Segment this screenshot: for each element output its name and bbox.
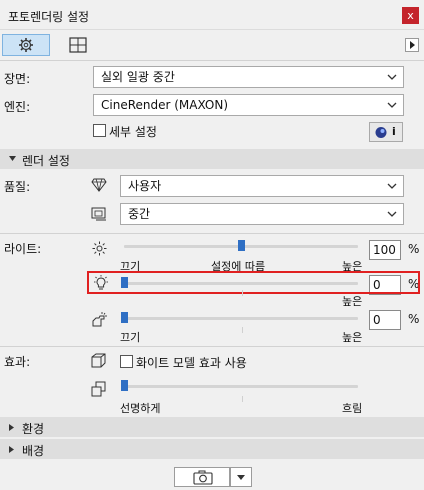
engine-value: CineRender (MAXON): [101, 98, 229, 112]
close-button[interactable]: x: [402, 7, 419, 24]
chevron-down-icon: [387, 74, 397, 80]
white-model-label: 화이트 모델 효과 사용: [136, 356, 247, 370]
triangle-right-icon: [9, 424, 14, 431]
light-label: 라이트:: [4, 242, 42, 256]
lamp-center-tick: [242, 290, 243, 296]
scene-value: 실외 일광 중간: [101, 70, 175, 84]
gear-icon: [19, 38, 33, 52]
chevron-down-icon: [387, 211, 397, 217]
triangle-right-icon: [9, 446, 14, 453]
scene-select[interactable]: 실외 일광 중간: [93, 66, 404, 88]
blur-icon: [91, 381, 106, 397]
triangle-down-icon: [237, 475, 245, 480]
window-title: 포토렌더링 설정: [8, 10, 90, 24]
env-unit: %: [408, 312, 420, 326]
triangle-down-icon: [9, 156, 16, 161]
divider: [0, 233, 424, 234]
env-max-label: 높은: [342, 331, 363, 344]
sun-slider-thumb[interactable]: [238, 240, 245, 251]
quality-label: 품질:: [4, 180, 31, 194]
env-value-input[interactable]: 0: [369, 310, 401, 330]
engine-info-button[interactable]: i: [369, 122, 403, 142]
chevron-down-icon: [387, 183, 397, 189]
sun-unit: %: [408, 242, 420, 256]
engine-label: 엔진:: [4, 100, 31, 114]
triangle-right-icon: [410, 41, 415, 49]
engine-select[interactable]: CineRender (MAXON): [93, 94, 404, 116]
effects-label: 효과:: [4, 355, 31, 369]
blur-min-label: 선명하게: [120, 402, 161, 415]
quality-select[interactable]: 사용자: [120, 175, 404, 197]
env-min-label: 끄기: [120, 331, 141, 344]
chevron-down-icon: [387, 102, 397, 108]
env-slider-track[interactable]: [124, 317, 358, 320]
divider: [0, 60, 424, 61]
sun-value-input[interactable]: 100: [369, 240, 401, 260]
render-settings-title: 렌더 설정: [22, 154, 70, 168]
blur-center-tick: [242, 396, 243, 402]
sun-icon: [92, 241, 107, 256]
white-model-checkbox[interactable]: [120, 355, 133, 368]
blur-max-label: 흐림: [342, 402, 363, 415]
highlight-box: [87, 271, 420, 294]
info-label: i: [392, 125, 396, 138]
render-options-dropdown[interactable]: [230, 467, 252, 487]
lamp-max-label: 높은: [342, 295, 363, 308]
tab-settings[interactable]: [2, 34, 50, 56]
blur-slider-track[interactable]: [124, 385, 358, 388]
detail-checkbox[interactable]: [93, 124, 106, 137]
diamond-icon: [91, 178, 107, 192]
monitor-icon: [91, 207, 106, 221]
quality-value: 사용자: [128, 179, 162, 193]
env-center-tick: [242, 327, 243, 333]
env-slider-thumb[interactable]: [121, 312, 128, 323]
hand-light-icon: [92, 312, 107, 327]
cinerender-logo-icon: [375, 127, 387, 138]
scene-label: 장면:: [4, 72, 31, 86]
camera-icon: [193, 470, 213, 485]
environment-section[interactable]: 환경: [0, 417, 424, 437]
blur-slider-thumb[interactable]: [121, 380, 128, 391]
render-settings-section[interactable]: 렌더 설정: [0, 149, 424, 169]
frame-icon: [69, 37, 87, 53]
environment-title: 환경: [22, 422, 45, 436]
detail-label: 세부 설정: [109, 125, 157, 139]
background-section[interactable]: 배경: [0, 439, 424, 459]
background-title: 배경: [22, 444, 45, 458]
tab-size[interactable]: [54, 34, 102, 56]
tab-scroll-right-button[interactable]: [405, 38, 419, 52]
cube-icon: [91, 353, 106, 368]
render-button[interactable]: [174, 467, 230, 487]
divider: [0, 346, 424, 347]
resolution-value: 중간: [128, 207, 151, 221]
resolution-select[interactable]: 중간: [120, 203, 404, 225]
